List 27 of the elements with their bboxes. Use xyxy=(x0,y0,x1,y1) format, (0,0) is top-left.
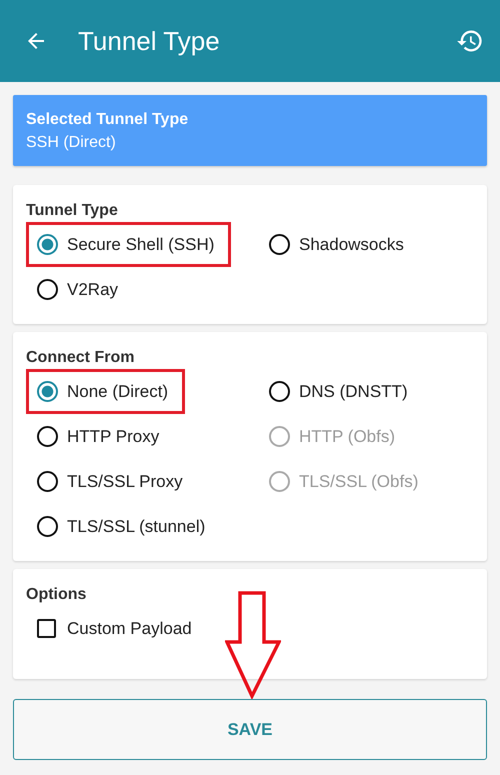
radio-button[interactable] xyxy=(37,516,58,537)
section-title: Tunnel Type xyxy=(26,202,119,220)
option-label: TLS/SSL (Obfs) xyxy=(299,472,418,492)
option-label: DNS (DNSTT) xyxy=(299,382,408,402)
radio-button[interactable] xyxy=(269,381,290,402)
checkbox-label: Custom Payload xyxy=(67,618,192,638)
save-button[interactable]: SAVE xyxy=(13,699,487,760)
section-title: Connect From xyxy=(26,349,136,367)
summary-heading: Selected Tunnel Type xyxy=(26,111,190,129)
radio-button[interactable] xyxy=(37,381,58,402)
option-label: Shadowsocks xyxy=(299,234,404,254)
option-label: TLS/SSL Proxy xyxy=(67,472,183,492)
checkbox[interactable] xyxy=(37,619,56,638)
radio-button[interactable] xyxy=(37,471,58,492)
option-label: V2Ray xyxy=(67,280,118,300)
option-label: Secure Shell (SSH) xyxy=(67,234,214,254)
option-label: HTTP (Obfs) xyxy=(299,426,396,446)
radio-button[interactable] xyxy=(37,279,58,300)
radio-button[interactable] xyxy=(269,234,290,255)
option-label: TLS/SSL (stunnel) xyxy=(67,516,206,536)
option-label: None (Direct) xyxy=(67,382,168,402)
radio-button[interactable] xyxy=(37,426,58,447)
section-title: Options xyxy=(26,586,88,604)
radio-button[interactable] xyxy=(37,234,58,255)
summary-value: SSH (Direct) xyxy=(26,134,117,152)
screen-title: Tunnel Type xyxy=(78,26,220,56)
option-label: HTTP Proxy xyxy=(67,426,160,446)
